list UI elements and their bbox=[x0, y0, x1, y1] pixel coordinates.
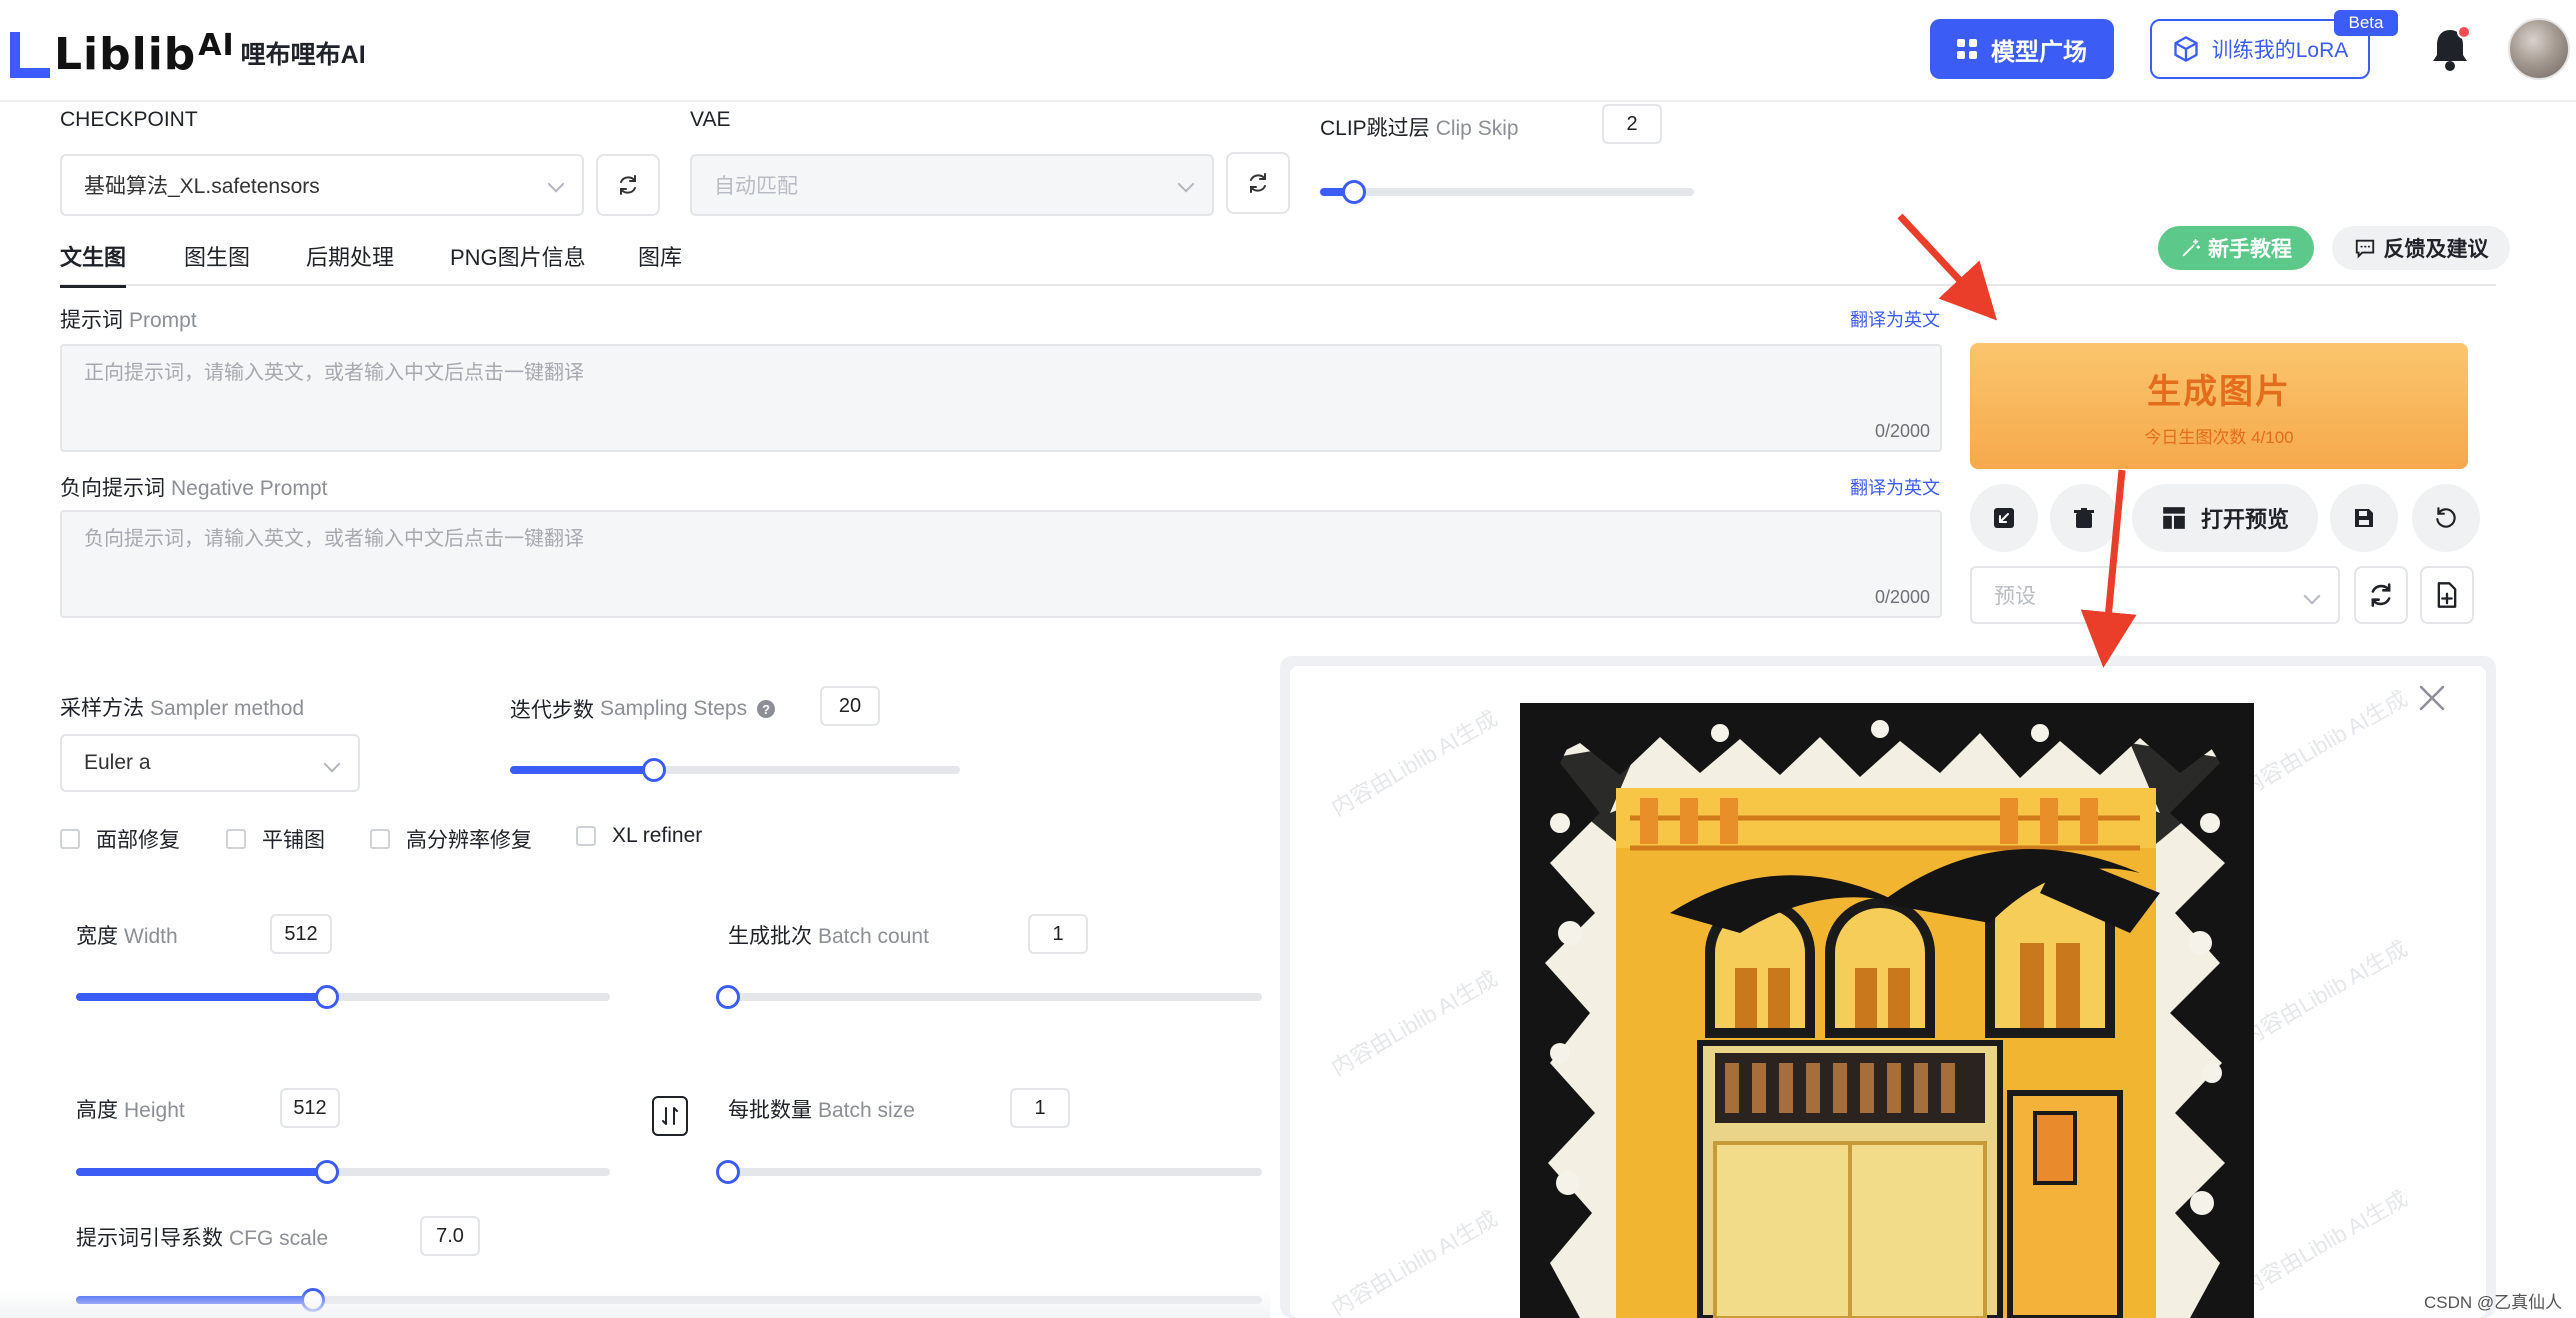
arrow-to-generate bbox=[1897, 213, 1998, 321]
csdn-footnote: CSDN @乙真仙人 bbox=[2424, 1293, 2563, 1312]
annotation-arrows bbox=[1897, 213, 2137, 668]
arrow-to-preview bbox=[2080, 469, 2137, 668]
